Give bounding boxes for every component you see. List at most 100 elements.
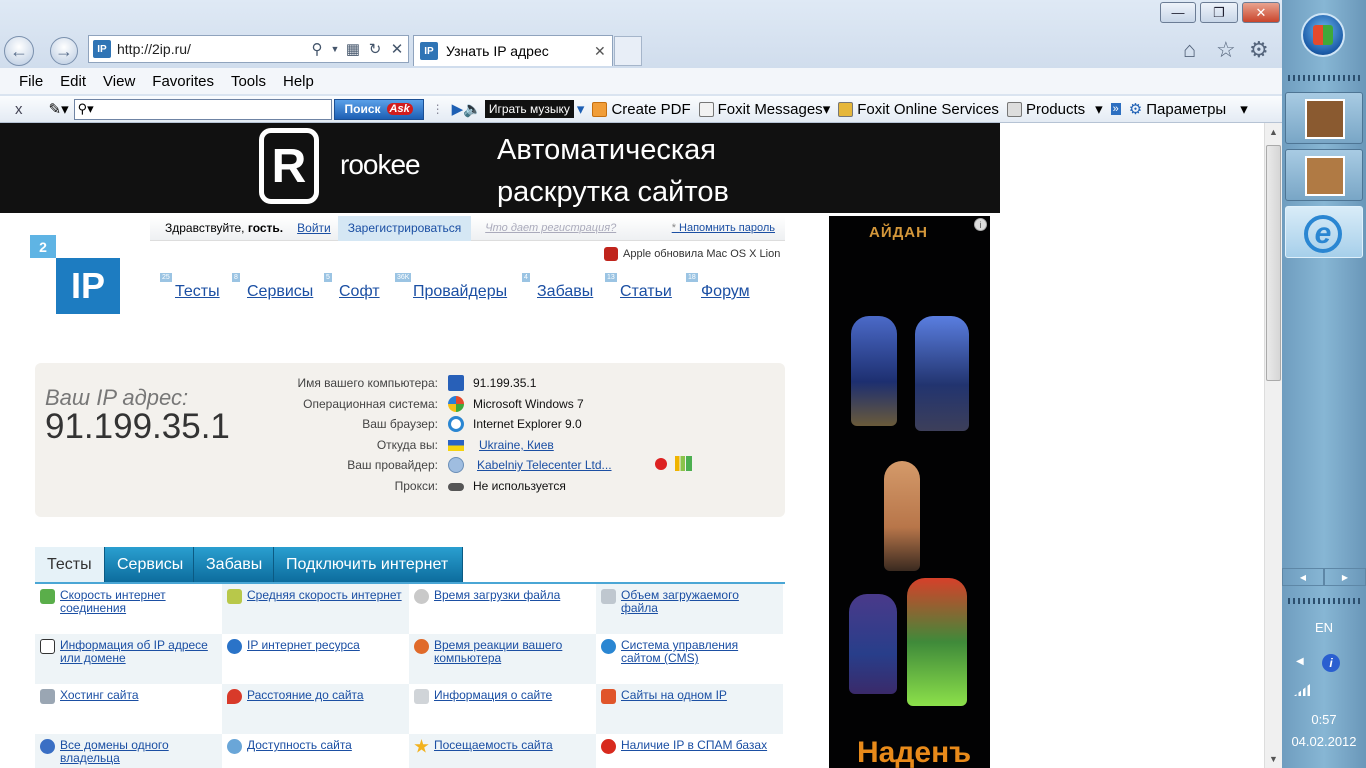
grid-item-download-time[interactable]: Время загрузки файла (409, 584, 596, 634)
menu-edit[interactable]: Edit (60, 73, 86, 90)
search-icon[interactable]: ⚲ (306, 40, 328, 58)
grid-item-same-ip[interactable]: Сайты на одном IP (596, 684, 783, 734)
create-pdf-button[interactable]: Create PDF (592, 101, 691, 118)
grid-item-hosting[interactable]: Хостинг сайта (35, 684, 222, 734)
grid-link[interactable]: Хостинг сайта (60, 689, 218, 702)
start-button[interactable] (1301, 13, 1345, 57)
grid-link[interactable]: Посещаемость сайта (434, 739, 592, 752)
close-tab-button[interactable]: ✕ (594, 43, 612, 60)
favorites-star-icon[interactable]: ☆ (1216, 37, 1236, 63)
dropdown-arrow-icon[interactable]: ▼ (328, 44, 342, 54)
ad-banner-game[interactable]: АЙДАН Наденъ (829, 216, 990, 768)
taskbar-app-chat-1[interactable] (1285, 92, 1363, 144)
scroll-thumb[interactable] (1266, 145, 1281, 381)
provider-link[interactable]: Kabelniy Telecenter Ltd... (477, 458, 612, 472)
tab-active[interactable]: IP Узнать IP адрес ✕ (413, 35, 613, 66)
gear-icon[interactable]: ⚙ (1249, 37, 1269, 63)
grid-link[interactable]: Расстояние до сайта (247, 689, 405, 702)
refresh-icon[interactable]: ↻ (364, 40, 386, 58)
remind-password-link[interactable]: * Напомнить пароль (672, 222, 775, 234)
menu-file[interactable]: File (19, 73, 43, 90)
grid-item-site-info[interactable]: Информация о сайте (409, 684, 596, 734)
menu-favorites[interactable]: Favorites (152, 73, 214, 90)
tab-tests[interactable]: Тесты (35, 547, 105, 583)
toolbar-close-button[interactable]: x (15, 101, 23, 118)
info-icon[interactable]: i (1322, 654, 1340, 672)
products-button[interactable]: Products ▾ (1006, 100, 1103, 118)
taskbar-scroll-up-icon[interactable]: ◀ (1282, 568, 1324, 586)
ad-banner-rookee[interactable]: R rookee Автоматическая раскрутка сайтов (0, 123, 1000, 213)
grid-link[interactable]: Время загрузки файла (434, 589, 592, 602)
play-music-button[interactable]: Играть музыку (484, 100, 574, 118)
taskbar-grip[interactable] (1288, 75, 1360, 81)
grid-link[interactable]: IP интернет ресурса (247, 639, 405, 652)
grid-item-speed[interactable]: Скорость интернет соединения (35, 584, 222, 634)
grid-item-file-size[interactable]: Объем загружаемого файла (596, 584, 783, 634)
clock-time[interactable]: 0:57 (1282, 712, 1366, 727)
new-tab-button[interactable] (614, 36, 642, 66)
news-ticker[interactable]: Apple обновила Mac OS X Lion (604, 247, 780, 261)
toolbar-search-input[interactable]: ⚲▾ (73, 98, 332, 120)
music-dropdown-icon[interactable]: ▾ (577, 100, 585, 118)
forward-button[interactable]: → (50, 37, 78, 65)
tab-connect-internet[interactable]: Подключить интернет (274, 547, 463, 583)
bug-icon[interactable] (655, 458, 667, 470)
network-signal-icon[interactable] (1294, 684, 1310, 696)
menu-tools[interactable]: Tools (231, 73, 266, 90)
tab-fun[interactable]: Забавы (194, 547, 274, 583)
ad-info-icon[interactable]: i (974, 218, 987, 231)
grid-link[interactable]: Средняя скорость интернет (247, 589, 405, 602)
play-icon[interactable]: ▶🔈 (452, 100, 482, 118)
grid-link[interactable]: Информация об IP адресе или домене (60, 639, 218, 665)
menu-help[interactable]: Help (283, 73, 314, 90)
taskbar-app-ie[interactable]: e (1285, 206, 1363, 258)
back-button[interactable]: ← (4, 36, 34, 66)
grid-link[interactable]: Информация о сайте (434, 689, 592, 702)
location-link[interactable]: Ukraine, Киев (479, 438, 554, 452)
vertical-scrollbar[interactable]: ▲ ▼ (1264, 123, 1282, 768)
minimize-button[interactable]: — (1160, 2, 1196, 23)
why-register-link[interactable]: Что дает регистрация? (485, 222, 616, 234)
grid-link[interactable]: Скорость интернет соединения (60, 589, 218, 615)
scroll-down-icon[interactable]: ▼ (1265, 750, 1282, 768)
more-chevron-icon[interactable]: » (1110, 103, 1121, 115)
grid-item-avg-speed[interactable]: Средняя скорость интернет (222, 584, 409, 634)
close-window-button[interactable]: ✕ (1242, 2, 1280, 23)
grid-item-ip-info[interactable]: Информация об IP адресе или домене (35, 634, 222, 684)
taskbar-scroll-down-icon[interactable]: ▶ (1324, 568, 1366, 586)
clock-date[interactable]: 04.02.2012 (1282, 734, 1366, 749)
grid-link[interactable]: Сайты на одном IP (621, 689, 779, 702)
grid-link[interactable]: Доступность сайта (247, 739, 405, 752)
params-button[interactable]: ⚙ Параметры ▾ (1129, 100, 1248, 119)
toolbar-grip[interactable]: ⋮ (432, 102, 444, 116)
register-button[interactable]: Зарегистрироваться (337, 215, 472, 241)
foxit-messages-button[interactable]: Foxit Messages ▾ (698, 100, 830, 118)
grid-item-cms[interactable]: Система управления сайтом (CMS) (596, 634, 783, 684)
grid-item-resource-ip[interactable]: IP интернет ресурса (222, 634, 409, 684)
grid-link[interactable]: Все домены одного владельца (60, 739, 218, 765)
home-icon[interactable]: ⌂ (1183, 37, 1196, 63)
grid-item-traffic[interactable]: Посещаемость сайта (409, 734, 596, 768)
address-bar[interactable]: IP http://2ip.ru/ ⚲ ▼ ▦ ↻ ✕ (88, 35, 409, 63)
grid-item-distance[interactable]: Расстояние до сайта (222, 684, 409, 734)
tab-services[interactable]: Сервисы (105, 547, 194, 583)
tray-expand-icon[interactable]: ◀ (1296, 656, 1304, 667)
maximize-button[interactable]: ❐ (1200, 2, 1238, 23)
grid-link[interactable]: Система управления сайтом (CMS) (621, 639, 779, 665)
grid-link[interactable]: Время реакции вашего компьютера (434, 639, 592, 665)
tray-grip[interactable] (1288, 598, 1360, 604)
grid-link[interactable]: Объем загружаемого файла (621, 589, 779, 615)
pencil-icon[interactable]: ✎▾ (49, 100, 69, 118)
grid-item-reaction-time[interactable]: Время реакции вашего компьютера (409, 634, 596, 684)
foxit-online-button[interactable]: Foxit Online Services (838, 101, 999, 118)
grid-link[interactable]: Наличие IP в СПАМ базах (621, 739, 779, 752)
toolbar-search-button[interactable]: Поиск Ask (333, 98, 424, 120)
signal-bars-icon[interactable] (675, 456, 692, 471)
address-input[interactable]: http://2ip.ru/ (117, 41, 306, 57)
scroll-up-icon[interactable]: ▲ (1265, 123, 1282, 141)
grid-item-spam[interactable]: Наличие IP в СПАМ базах (596, 734, 783, 768)
language-indicator[interactable]: EN (1282, 620, 1366, 635)
grid-item-availability[interactable]: Доступность сайта (222, 734, 409, 768)
taskbar-app-chat-2[interactable] (1285, 149, 1363, 201)
menu-view[interactable]: View (103, 73, 135, 90)
